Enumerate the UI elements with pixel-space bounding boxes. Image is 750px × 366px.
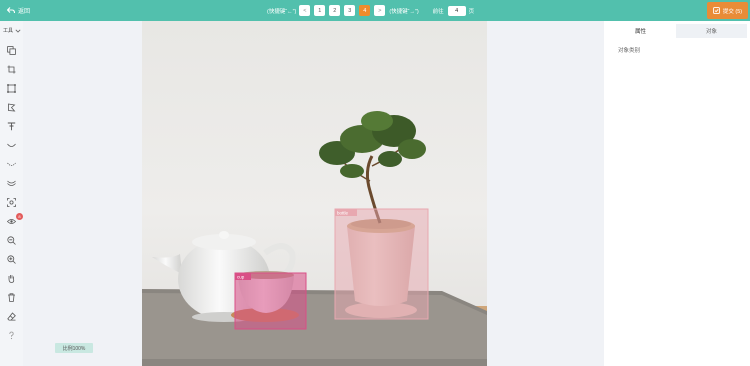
copy-icon[interactable] [5,44,18,57]
back-arrow-icon [7,7,15,14]
jump-label: 前往 [432,8,444,15]
tool-sidebar: 工具 8 [0,21,23,366]
image-to-annotate: bottle cup [142,21,487,366]
bottle-annotation-label: bottle [337,211,349,216]
submit-label: 提交 (5) [722,8,743,15]
polygon-icon[interactable] [5,101,18,114]
eye-icon[interactable]: 8 [5,213,23,228]
help-icon[interactable] [5,329,18,342]
next-hint: (快捷键“→”) [389,8,419,15]
prev-hint: (快捷键“←”) [267,8,297,15]
annotated-photo: bottle cup [142,21,487,366]
focus-icon[interactable] [5,196,18,209]
page-4-button[interactable]: 4 [359,5,371,16]
crop-icon[interactable] [5,63,18,76]
page-3-button[interactable]: 3 [344,5,356,16]
double-curve-icon[interactable] [5,177,18,190]
hand-icon[interactable] [5,272,18,285]
submit-icon [713,7,720,14]
page-unit-label: 页 [468,8,475,15]
annotation-canvas[interactable]: bottle cup 比例100% [23,21,604,366]
object-category-label: 对象类别 [618,48,641,54]
next-page-button[interactable]: > [374,5,386,16]
prev-page-button[interactable]: < [299,5,311,16]
zoom-in-icon[interactable] [5,253,18,266]
cup-annotation-label: cup [237,275,245,280]
hidden-count-badge: 8 [16,213,23,220]
page-jump-input[interactable] [447,5,466,16]
text-format-icon[interactable] [5,120,18,133]
trash-icon[interactable] [5,291,18,304]
rectangle-icon[interactable] [5,82,18,95]
pagination: (快捷键“←”) < 1 2 3 4 > (快捷键“→”) 前往 页 [267,4,474,17]
page-2-button[interactable]: 2 [329,5,341,16]
zoom-out-icon[interactable] [5,234,18,247]
dashed-curve-icon[interactable] [5,158,18,171]
eraser-icon[interactable] [5,310,18,323]
curve-icon[interactable] [5,139,18,152]
chevron-down-icon [15,29,21,33]
tab-objects[interactable]: 对象 [676,24,747,38]
submit-button[interactable]: 提交 (5) [707,2,748,19]
back-button[interactable]: 返回 [7,4,30,17]
top-bar: 返回 (快捷键“←”) < 1 2 3 4 > (快捷键“→”) 前往 页 提交… [0,0,750,21]
page-1-button[interactable]: 1 [314,5,326,16]
properties-panel: 属性 对象 对象类别 [604,21,750,366]
bottle-annotation-box [334,208,429,320]
tools-title: 工具 [3,28,14,34]
cup-annotation-box [234,272,307,330]
tab-attributes[interactable]: 属性 [605,24,676,38]
zoom-level: 比例100% [55,343,93,353]
tools-dropdown[interactable]: 工具 [3,27,21,34]
back-label: 返回 [18,9,31,15]
